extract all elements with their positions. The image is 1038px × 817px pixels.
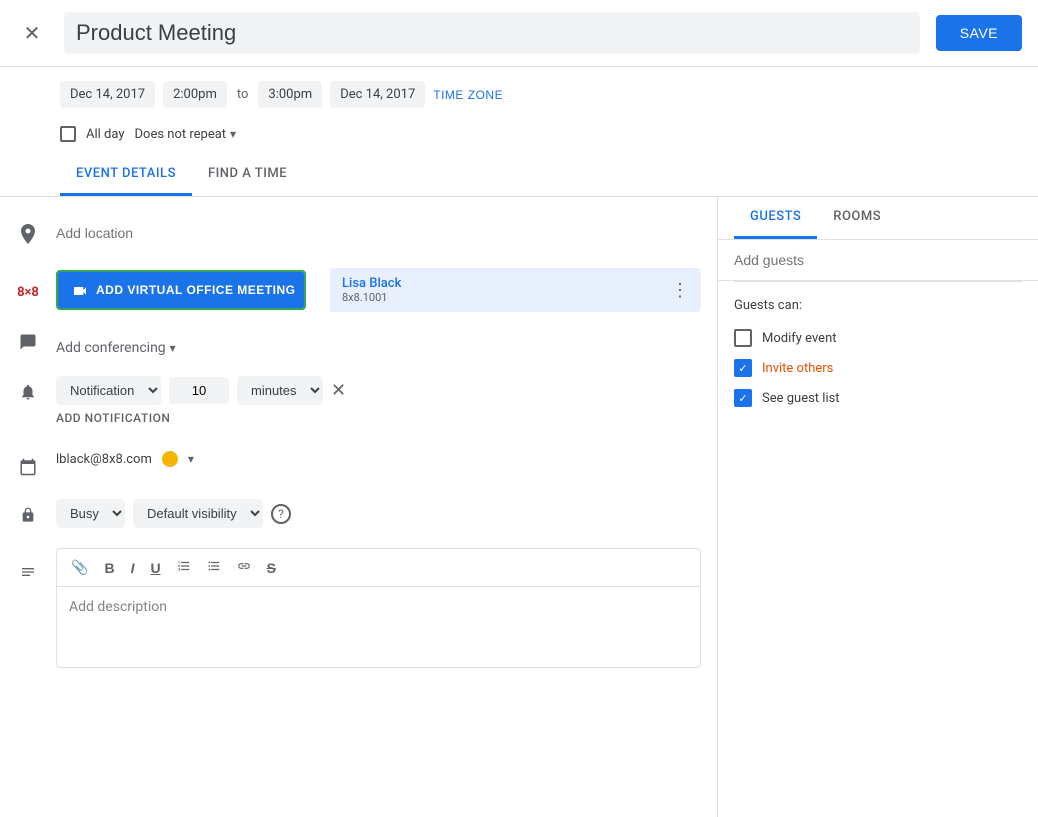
status-content: Busy Default visibility ? — [56, 499, 701, 528]
lisa-ext: 8x8.1001 — [342, 291, 401, 304]
video-icon — [72, 282, 88, 298]
main-layout: 8×8 ADD VIRTUAL OFFICE MEETING — [0, 197, 1038, 817]
status-row: Busy Default visibility ? — [0, 489, 717, 538]
add-notification-button[interactable]: ADD NOTIFICATION — [56, 405, 701, 431]
link-button[interactable] — [231, 555, 257, 580]
save-button[interactable]: SAVE — [936, 15, 1022, 51]
calendar-content: lblack@8x8.com ▾ — [56, 451, 701, 467]
conferencing-content: Add conferencing ▾ — [56, 326, 701, 362]
notification-content: Notification minutes ✕ ADD NOTIFICATION — [56, 376, 701, 431]
more-options-icon[interactable]: ⋮ — [671, 280, 689, 301]
description-icon — [16, 560, 40, 584]
tabs-container: EVENT DETAILS FIND A TIME — [0, 154, 1038, 197]
see-guest-list-label: See guest list — [762, 391, 840, 406]
close-button[interactable]: ✕ — [16, 17, 48, 49]
notification-controls: Notification minutes ✕ — [56, 376, 701, 405]
virtual-meeting-row: 8×8 ADD VIRTUAL OFFICE MEETING — [0, 258, 717, 322]
top-bar: ✕ SAVE — [0, 0, 1038, 67]
add-virtual-box: ADD VIRTUAL OFFICE MEETING — [56, 270, 306, 310]
bell-icon — [16, 380, 40, 404]
repeat-label: Does not repeat — [135, 127, 227, 142]
calendar-icon — [16, 455, 40, 479]
invite-others-checkbox[interactable] — [734, 359, 752, 377]
status-controls: Busy Default visibility ? — [56, 499, 701, 528]
8x8-icon: 8×8 — [16, 280, 40, 304]
help-label: ? — [278, 507, 284, 521]
tab-find-a-time[interactable]: FIND A TIME — [192, 154, 303, 196]
calendar-email: lblack@8x8.com — [56, 452, 152, 467]
conferencing-chevron-icon: ▾ — [170, 341, 176, 355]
allday-label: All day — [86, 127, 125, 142]
attach-button[interactable]: 📎 — [65, 555, 94, 580]
location-row — [0, 209, 717, 258]
location-icon — [16, 223, 40, 247]
bold-button[interactable]: B — [98, 556, 120, 580]
conferencing-row: Add conferencing ▾ — [0, 322, 717, 366]
description-toolbar: 📎 B I U S — [57, 549, 700, 587]
notification-row: Notification minutes ✕ ADD NOTIFICATION — [0, 366, 717, 441]
repeat-dropdown[interactable]: Does not repeat ▾ — [135, 127, 237, 142]
lisa-name: Lisa Black — [342, 276, 401, 291]
tab-event-details[interactable]: EVENT DETAILS — [60, 154, 192, 196]
end-date[interactable]: Dec 14, 2017 — [330, 81, 425, 108]
calendar-row: lblack@8x8.com ▾ — [0, 441, 717, 489]
lock-icon — [16, 503, 40, 527]
add-virtual-office-meeting-button[interactable]: ADD VIRTUAL OFFICE MEETING — [58, 272, 306, 308]
add-guests-input[interactable] — [718, 240, 1038, 281]
tab-rooms[interactable]: ROOMS — [817, 197, 897, 239]
right-tabs: GUESTS ROOMS — [718, 197, 1038, 240]
busy-select[interactable]: Busy — [56, 499, 125, 528]
lisa-info: Lisa Black 8x8.1001 — [342, 276, 401, 304]
calendar-chevron-icon[interactable]: ▾ — [188, 452, 194, 466]
remove-notification-button[interactable]: ✕ — [331, 380, 346, 401]
permission-see-guest-list: See guest list — [734, 383, 1022, 413]
to-label: to — [235, 87, 251, 102]
timezone-button[interactable]: TIME ZONE — [433, 88, 503, 102]
notification-type-select[interactable]: Notification — [56, 376, 161, 405]
modify-event-checkbox[interactable] — [734, 329, 752, 347]
guests-can-section: Guests can: Modify event Invite others S… — [718, 282, 1038, 421]
modify-event-label: Modify event — [762, 331, 837, 346]
tab-guests[interactable]: GUESTS — [734, 197, 817, 239]
notification-value-input[interactable] — [169, 377, 229, 404]
invite-others-label: Invite others — [762, 361, 833, 376]
description-area[interactable]: Add description — [57, 587, 700, 667]
description-content: 📎 B I U S — [56, 548, 701, 668]
visibility-select[interactable]: Default visibility — [133, 499, 263, 528]
location-input[interactable] — [56, 219, 701, 248]
allday-checkbox[interactable] — [60, 126, 76, 142]
unordered-list-button[interactable] — [201, 555, 227, 580]
conferencing-label: Add conferencing — [56, 340, 166, 356]
lisa-black-card: Lisa Black 8x8.1001 ⋮ — [330, 268, 701, 312]
notification-unit-select[interactable]: minutes — [237, 376, 323, 405]
guests-can-title: Guests can: — [734, 298, 1022, 313]
location-content — [56, 219, 701, 248]
conferencing-icon — [16, 330, 40, 354]
add-conferencing-dropdown[interactable]: Add conferencing ▾ — [56, 334, 701, 362]
right-panel: GUESTS ROOMS Guests can: Modify event In… — [718, 197, 1038, 817]
start-date[interactable]: Dec 14, 2017 — [60, 81, 155, 108]
description-row: 📎 B I U S — [0, 538, 717, 678]
help-icon[interactable]: ? — [271, 504, 291, 524]
virtual-meeting-content: ADD VIRTUAL OFFICE MEETING Lisa Black 8x… — [56, 268, 701, 312]
permission-invite-others: Invite others — [734, 353, 1022, 383]
end-time[interactable]: 3:00pm — [258, 81, 322, 108]
add-virtual-label: ADD VIRTUAL OFFICE MEETING — [96, 283, 295, 297]
start-time[interactable]: 2:00pm — [163, 81, 227, 108]
allday-row: All day Does not repeat ▾ — [0, 122, 1038, 154]
see-guest-list-checkbox[interactable] — [734, 389, 752, 407]
left-panel: 8×8 ADD VIRTUAL OFFICE MEETING — [0, 197, 718, 817]
calendar-color-dot[interactable] — [162, 451, 178, 467]
strikethrough-button[interactable]: S — [261, 556, 282, 580]
datetime-row: Dec 14, 2017 2:00pm to 3:00pm Dec 14, 20… — [0, 67, 1038, 122]
virtual-row: ADD VIRTUAL OFFICE MEETING Lisa Black 8x… — [56, 268, 701, 312]
ordered-list-button[interactable] — [171, 555, 197, 580]
repeat-chevron-icon: ▾ — [230, 127, 236, 141]
underline-button[interactable]: U — [144, 556, 166, 580]
permission-modify-event: Modify event — [734, 323, 1022, 353]
event-title-input[interactable] — [64, 12, 920, 54]
calendar-selector: lblack@8x8.com ▾ — [56, 451, 701, 467]
description-box: 📎 B I U S — [56, 548, 701, 668]
italic-button[interactable]: I — [125, 556, 141, 580]
